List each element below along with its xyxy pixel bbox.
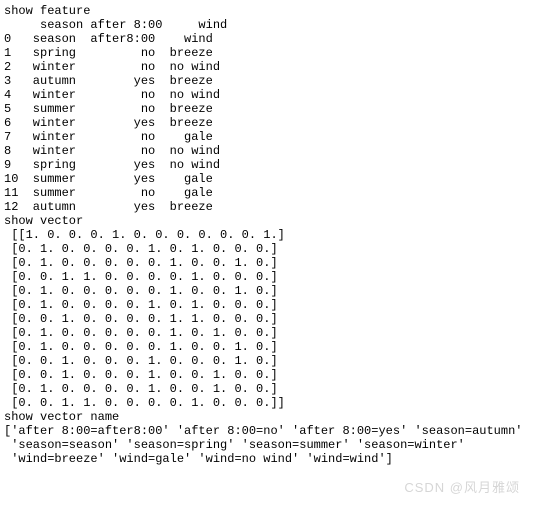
- matrix-row: [0. 1. 0. 0. 0. 0. 1. 0. 0. 1. 0. 0.]: [4, 382, 278, 396]
- matrix-row: [[1. 0. 0. 0. 1. 0. 0. 0. 0. 0. 0. 1.]: [4, 228, 285, 242]
- table-row: 5 summer no breeze: [4, 102, 213, 116]
- table-row: 6 winter yes breeze: [4, 116, 213, 130]
- table-row: 2 winter no no wind: [4, 60, 220, 74]
- matrix-row: [0. 0. 1. 0. 0. 0. 0. 1. 1. 0. 0. 0.]: [4, 312, 278, 326]
- watermark: CSDN @风月雅颂: [404, 481, 520, 495]
- table-header: season after 8:00 wind: [4, 18, 227, 32]
- table-row: 0 season after8:00 wind: [4, 32, 213, 46]
- table-row: 9 spring yes no wind: [4, 158, 220, 172]
- table-row: 4 winter no no wind: [4, 88, 220, 102]
- matrix-row: [0. 1. 0. 0. 0. 0. 1. 0. 1. 0. 0. 0.]: [4, 298, 278, 312]
- names-line: ['after 8:00=after8:00' 'after 8:00=no' …: [4, 424, 522, 438]
- heading-show-vector: show vector: [4, 214, 83, 228]
- matrix-row: [0. 0. 1. 0. 0. 0. 1. 0. 0. 1. 0. 0.]: [4, 368, 278, 382]
- matrix-row: [0. 1. 0. 0. 0. 0. 0. 1. 0. 0. 1. 0.]: [4, 256, 278, 270]
- table-row: 12 autumn yes breeze: [4, 200, 213, 214]
- table-row: 1 spring no breeze: [4, 46, 213, 60]
- names-line: 'wind=breeze' 'wind=gale' 'wind=no wind'…: [4, 452, 393, 466]
- matrix-row: [0. 0. 1. 1. 0. 0. 0. 0. 1. 0. 0. 0.]: [4, 270, 278, 284]
- matrix-row: [0. 0. 1. 0. 0. 0. 1. 0. 0. 0. 1. 0.]: [4, 354, 278, 368]
- matrix-row: [0. 1. 0. 0. 0. 0. 0. 1. 0. 0. 1. 0.]: [4, 340, 278, 354]
- table-row: 7 winter no gale: [4, 130, 213, 144]
- matrix-row: [0. 1. 0. 0. 0. 0. 1. 0. 1. 0. 0. 0.]: [4, 242, 278, 256]
- table-row: 3 autumn yes breeze: [4, 74, 213, 88]
- heading-show-vector-name: show vector name: [4, 410, 119, 424]
- table-row: 11 summer no gale: [4, 186, 213, 200]
- heading-show-feature: show feature: [4, 4, 90, 18]
- matrix-row: [0. 1. 0. 0. 0. 0. 0. 1. 0. 1. 0. 0.]: [4, 326, 278, 340]
- matrix-row: [0. 1. 0. 0. 0. 0. 0. 1. 0. 0. 1. 0.]: [4, 284, 278, 298]
- names-line: 'season=season' 'season=spring' 'season=…: [4, 438, 465, 452]
- table-row: 10 summer yes gale: [4, 172, 213, 186]
- matrix-row: [0. 0. 1. 1. 0. 0. 0. 0. 1. 0. 0. 0.]]: [4, 396, 285, 410]
- table-row: 8 winter no no wind: [4, 144, 220, 158]
